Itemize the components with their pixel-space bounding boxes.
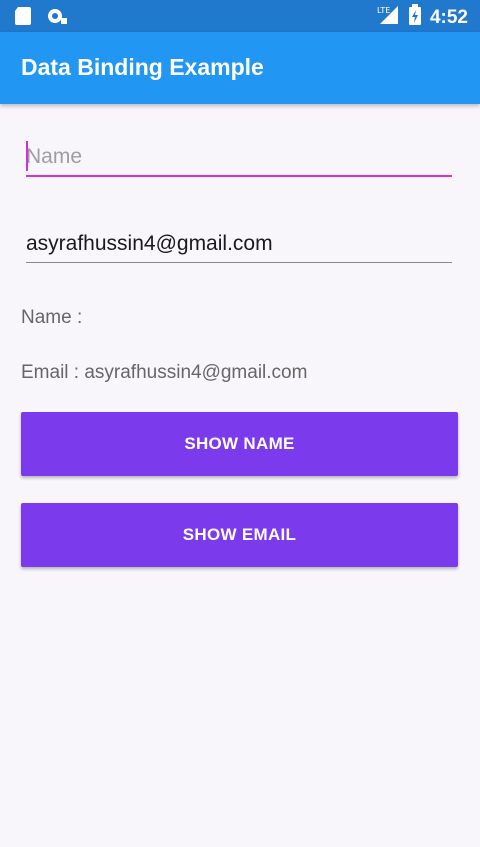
page-title: Data Binding Example	[21, 54, 264, 80]
battery-icon	[408, 4, 422, 31]
show-email-button[interactable]: SHOW EMAIL	[21, 503, 458, 567]
name-input-underline	[26, 175, 452, 177]
email-output-text: Email : asyrafhussin4@gmail.com	[21, 362, 308, 383]
sd-card-icon	[14, 6, 32, 31]
sync-notification-icon	[46, 6, 68, 31]
app-bar: Data Binding Example	[0, 32, 480, 104]
show-name-button[interactable]: SHOW NAME	[21, 412, 458, 476]
email-input-underline	[26, 262, 452, 263]
name-output-text: Name :	[21, 307, 83, 328]
email-input[interactable]	[26, 222, 452, 266]
status-bar: LTE 4:52	[0, 0, 480, 32]
text-cursor	[26, 141, 28, 171]
svg-text:LTE: LTE	[377, 6, 390, 15]
status-left-icons	[14, 6, 68, 31]
status-right-icons: LTE 4:52	[376, 4, 468, 31]
name-input[interactable]	[26, 135, 452, 179]
status-time: 4:52	[429, 6, 468, 28]
lte-signal-icon: LTE	[376, 4, 400, 31]
